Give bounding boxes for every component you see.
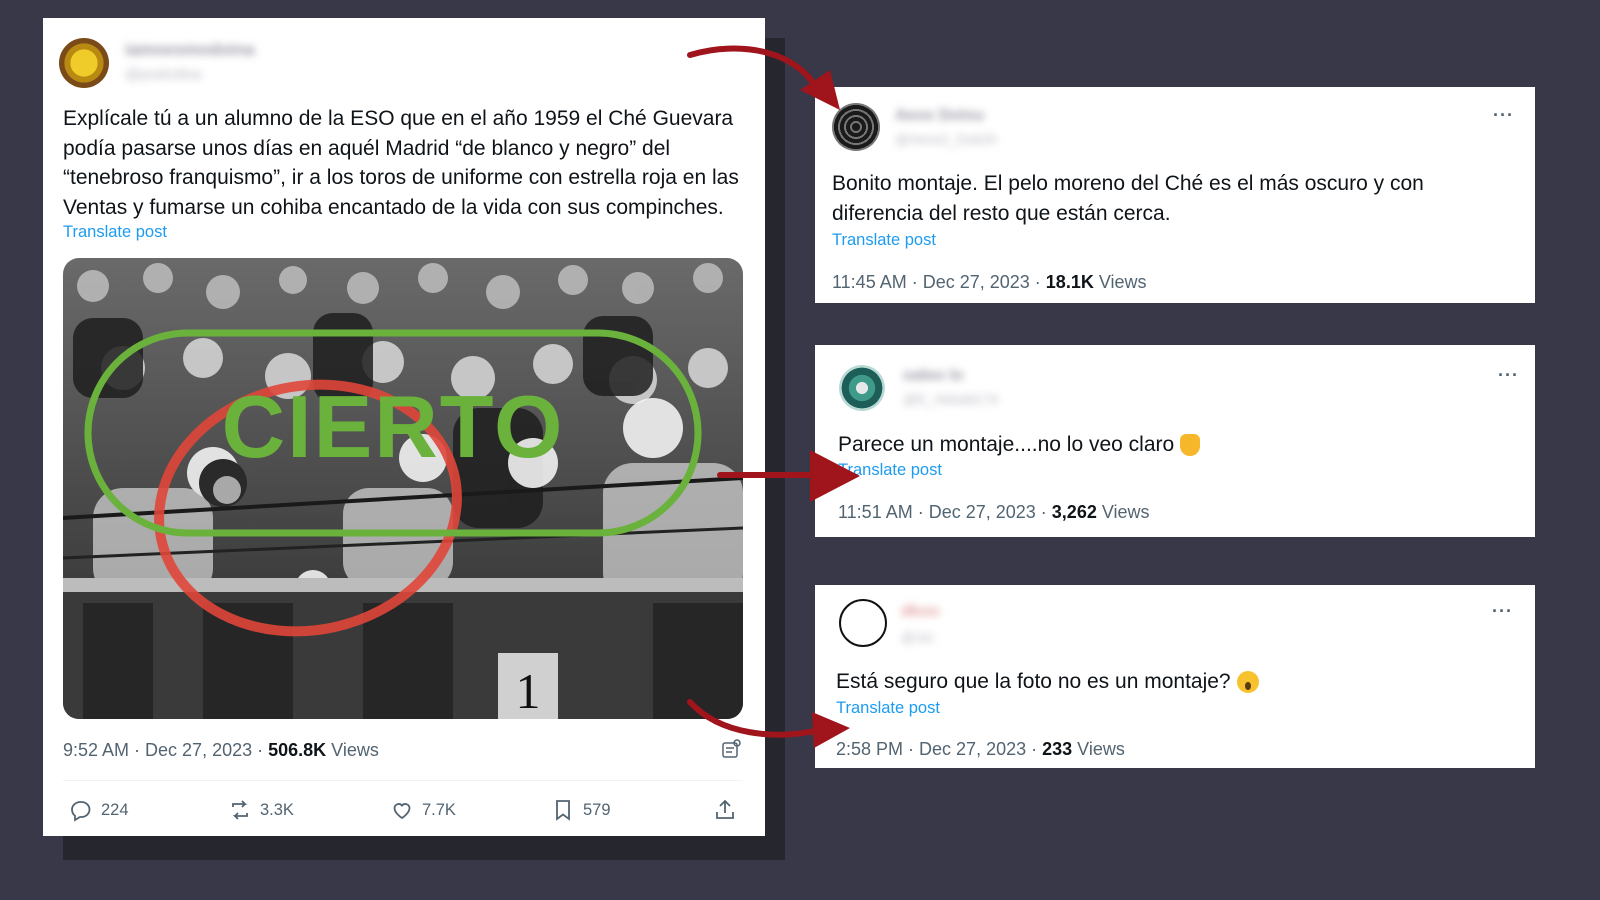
- reply-card-2: oaleo lo @E_Hdsdd174 ··· Parece un monta…: [815, 345, 1535, 537]
- verification-stamp-label: CIERTO: [221, 377, 565, 476]
- reply-3-meta: 2:58 PM · Dec 27, 2023 · 233 Views: [836, 739, 1125, 760]
- reply-2-avatar[interactable]: [839, 365, 885, 411]
- reply-card-1: Aeox Dotsu @Aeox2_Duk2h ··· Bonito monta…: [815, 87, 1535, 303]
- reply-2-line: Parece un montaje....no lo veo claro: [838, 433, 1175, 456]
- reply-1-more-button[interactable]: ···: [1493, 105, 1514, 126]
- grok-icon[interactable]: [720, 738, 742, 760]
- svg-text:1: 1: [516, 663, 541, 719]
- main-tweet-line: “tenebroso franquismo”, ir a los toros d…: [63, 166, 739, 189]
- reply-3-time[interactable]: 2:58 PM · Dec 27, 2023 ·: [836, 739, 1042, 759]
- reply-2-text: Parece un montaje....no lo veo claro: [838, 430, 1518, 460]
- reply-3-views-label: Views: [1072, 739, 1125, 759]
- reply-2-author-handle[interactable]: @E_Hdsdd174: [903, 391, 998, 407]
- reply-3-more-button[interactable]: ···: [1492, 601, 1513, 622]
- bookmark-count: 579: [583, 800, 611, 819]
- repost-icon: [232, 800, 248, 820]
- main-tweet-line: podía pasarse unos días en aquél Madrid …: [63, 136, 671, 160]
- main-translate-link[interactable]: Translate post: [63, 223, 167, 242]
- reply-1-translate-link[interactable]: Translate post: [832, 231, 936, 250]
- reply-card-3: dkoo @Jui ··· Está seguro que la foto no…: [815, 585, 1535, 768]
- reply-2-author-name[interactable]: oaleo lo: [903, 367, 963, 385]
- reply-1-time[interactable]: 11:45 AM · Dec 27, 2023 ·: [832, 272, 1046, 292]
- reply-1-line: Bonito montaje. El pelo moreno del Ché e…: [832, 172, 1424, 195]
- reply-2-views-label: Views: [1096, 502, 1150, 522]
- reply-3-author-handle[interactable]: @Jui: [901, 629, 933, 645]
- main-tweet-card: iamoesmodoina @podcidna Explícale tú a u…: [43, 18, 765, 836]
- main-tweet-line: Explícale tú a un alumno de la ESO que e…: [63, 107, 734, 130]
- reply-3-text: Está seguro que la foto no es un montaje…: [836, 667, 1516, 697]
- main-author-name[interactable]: iamoesmodoina: [125, 40, 254, 60]
- like-count: 7.7K: [422, 800, 456, 819]
- reply-2-views-count: 3,262: [1051, 502, 1097, 522]
- main-tweet-time[interactable]: 9:52 AM · Dec 27, 2023 ·: [63, 740, 268, 760]
- reply-2-translate-link[interactable]: Translate post: [838, 461, 942, 480]
- share-icon: [716, 799, 734, 819]
- reply-1-text: Bonito montaje. El pelo moreno del Ché e…: [832, 169, 1512, 228]
- like-icon: [393, 803, 411, 820]
- thumbs-up-emoji: [1180, 434, 1201, 457]
- reply-1-author-name[interactable]: Aeox Dotsu: [895, 107, 984, 125]
- share-button[interactable]: [713, 798, 737, 822]
- reply-3-avatar[interactable]: [839, 599, 887, 647]
- reply-icon: [71, 801, 91, 822]
- tweet-photo[interactable]: 1 CIERTO: [63, 258, 743, 719]
- bullring-crowd-photo: 1: [63, 258, 743, 719]
- reply-1-line: diferencia del resto que están cerca.: [832, 201, 1171, 225]
- repost-button[interactable]: 3.3K: [228, 798, 294, 822]
- reply-3-translate-link[interactable]: Translate post: [836, 699, 940, 718]
- reply-1-views-count: 18.1K: [1045, 272, 1094, 292]
- main-author-avatar[interactable]: [59, 38, 109, 88]
- reply-1-meta: 11:45 AM · Dec 27, 2023 · 18.1K Views: [832, 272, 1147, 293]
- bookmark-icon: [556, 800, 570, 821]
- reply-3-views-count: 233: [1042, 739, 1073, 759]
- main-tweet-views-count: 506.8K: [268, 740, 327, 760]
- reply-button[interactable]: 224: [69, 798, 129, 822]
- main-tweet-meta: 9:52 AM · Dec 27, 2023 · 506.8K Views: [63, 740, 379, 761]
- main-tweet-line: Ventas y fumarse un cohiba encantado de …: [63, 195, 724, 219]
- like-button[interactable]: 7.7K: [390, 798, 456, 822]
- reply-1-avatar[interactable]: [832, 103, 880, 151]
- reply-count: 224: [101, 800, 129, 819]
- reply-1-author-handle[interactable]: @Aeox2_Duk2h: [895, 131, 997, 147]
- reply-2-meta: 11:51 AM · Dec 27, 2023 · 3,262 Views: [838, 502, 1150, 523]
- main-tweet-text: Explícale tú a un alumno de la ESO que e…: [63, 104, 753, 222]
- reply-3-line: Está seguro que la foto no es un montaje…: [836, 670, 1231, 693]
- surprised-emoji: [1236, 671, 1259, 694]
- reply-3-author-name[interactable]: dkoo: [901, 603, 939, 621]
- reply-2-time[interactable]: 11:51 AM · Dec 27, 2023 ·: [838, 502, 1052, 522]
- main-author-handle[interactable]: @podcidna: [125, 66, 201, 83]
- main-tweet-views-label: Views: [326, 740, 379, 760]
- reply-2-more-button[interactable]: ···: [1498, 365, 1519, 386]
- actions-divider: [63, 780, 743, 781]
- repost-count: 3.3K: [260, 800, 294, 819]
- reply-1-views-label: Views: [1093, 272, 1147, 292]
- bookmark-button[interactable]: 579: [551, 798, 611, 822]
